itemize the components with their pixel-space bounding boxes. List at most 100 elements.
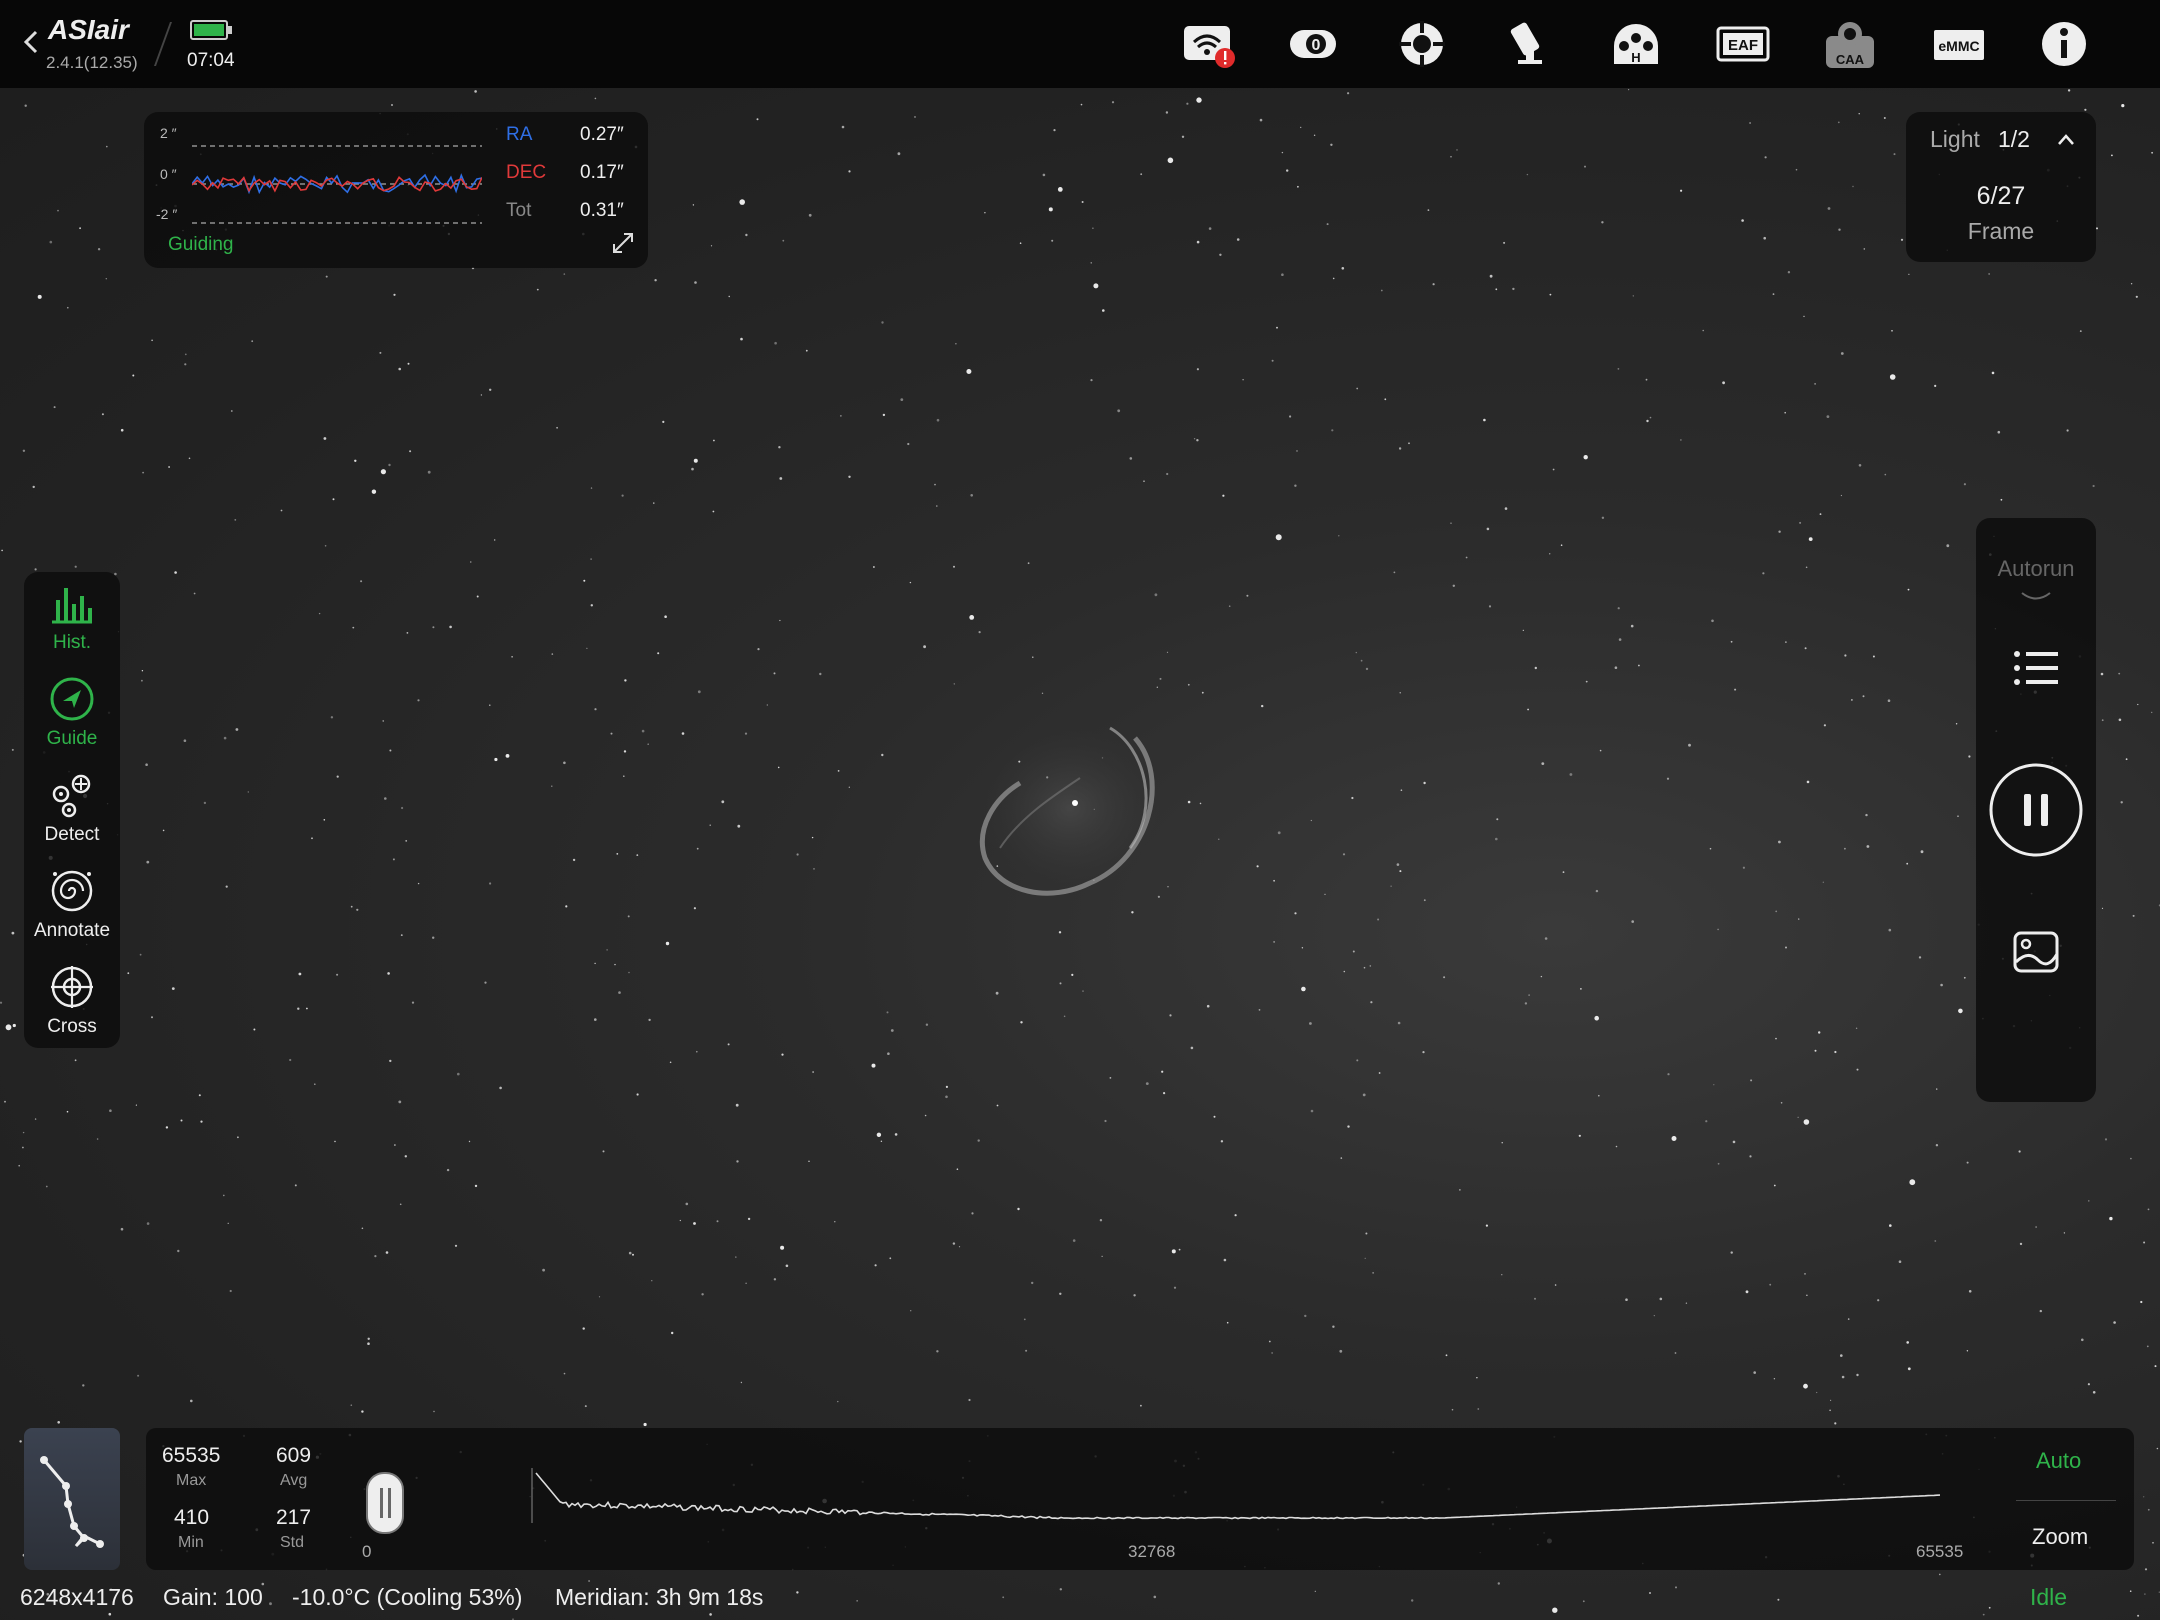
- star: [1872, 655, 1875, 658]
- star: [2109, 1216, 2113, 1221]
- star: [1946, 544, 1950, 548]
- star: [696, 1050, 698, 1053]
- star: [332, 498, 335, 501]
- tool-detect[interactable]: Detect: [24, 772, 120, 846]
- star: [1541, 762, 1545, 765]
- star: [1352, 950, 1355, 953]
- star: [235, 728, 239, 731]
- star: [1900, 238, 1904, 241]
- star: [2143, 1496, 2145, 1498]
- star: [811, 836, 814, 839]
- wifi-alert-icon[interactable]: [1180, 16, 1236, 72]
- star: [330, 716, 334, 719]
- star: [740, 1381, 743, 1384]
- star: [777, 766, 780, 769]
- star: [966, 369, 972, 374]
- star: [367, 1337, 370, 1341]
- back-button[interactable]: [20, 26, 44, 58]
- star: [1483, 418, 1486, 422]
- pause-button[interactable]: [1988, 762, 2084, 858]
- star: [297, 1007, 300, 1010]
- star: [2100, 672, 2104, 676]
- star: [82, 1384, 85, 1387]
- star: [856, 1600, 858, 1602]
- light-frame-panel[interactable]: Light 1/2 6/27 Frame: [1906, 112, 2096, 262]
- star: [773, 1278, 777, 1281]
- chevron-up-icon[interactable]: [2056, 130, 2076, 150]
- telescope-mount-icon[interactable]: [1502, 16, 1558, 72]
- black-point-slider[interactable]: [366, 1472, 404, 1534]
- star: [621, 494, 624, 497]
- emmc-icon[interactable]: eMMC: [1930, 16, 1986, 72]
- star: [1968, 755, 1971, 758]
- star: [34, 1118, 37, 1120]
- star: [1595, 889, 1599, 893]
- star: [294, 1184, 297, 1187]
- star: [1273, 941, 1275, 943]
- star: [2135, 295, 2138, 298]
- tool-annotate-label: Annotate: [33, 920, 111, 941]
- star: [900, 398, 904, 401]
- tool-guide[interactable]: Guide: [24, 676, 120, 750]
- star: [1365, 667, 1369, 671]
- chevron-down-icon[interactable]: [2020, 590, 2052, 604]
- star: [1827, 207, 1831, 210]
- star: [1858, 113, 1860, 115]
- star: [1806, 780, 1810, 784]
- star: [1625, 1298, 1628, 1301]
- guide-graph-panel[interactable]: 2 ″ 0 ″ -2 ″ RA 0.27″ DEC 0.17″ Tot 0.31…: [144, 112, 648, 268]
- star: [2147, 1208, 2150, 1211]
- star: [636, 854, 639, 856]
- zoom-button[interactable]: Zoom: [2032, 1524, 2088, 1550]
- star: [1129, 457, 1133, 460]
- expand-icon[interactable]: [610, 230, 636, 256]
- star: [602, 1150, 605, 1153]
- caa-icon[interactable]: CAA: [1822, 16, 1878, 72]
- star: [1865, 813, 1868, 817]
- star: [1081, 201, 1084, 203]
- star: [53, 406, 56, 409]
- tool-cross[interactable]: Cross: [24, 964, 120, 1038]
- star: [1489, 274, 1493, 278]
- star: [2084, 108, 2087, 111]
- sky-map-thumbnail[interactable]: [24, 1428, 120, 1570]
- star: [1355, 651, 1358, 654]
- star: [0, 1001, 3, 1004]
- star: [311, 837, 313, 840]
- star: [1199, 802, 1202, 805]
- star: [669, 1061, 672, 1064]
- eaf-icon[interactable]: EAF: [1714, 16, 1770, 72]
- star: [1562, 871, 1565, 873]
- tool-annotate[interactable]: Annotate: [24, 868, 120, 942]
- list-icon[interactable]: [2012, 648, 2060, 688]
- star: [1816, 1391, 1818, 1394]
- auto-button[interactable]: Auto: [2036, 1448, 2081, 1474]
- star: [1339, 1349, 1343, 1353]
- autorun-label[interactable]: Autorun: [1976, 556, 2096, 582]
- filter-wheel-icon[interactable]: H: [1608, 16, 1664, 72]
- star: [1341, 267, 1345, 270]
- star: [2118, 718, 2122, 722]
- star: [1552, 1607, 1558, 1613]
- focus-crosshair-icon[interactable]: [1394, 16, 1450, 72]
- star: [1888, 928, 1892, 932]
- camera-icon[interactable]: 0: [1286, 16, 1342, 72]
- tool-guide-label: Guide: [46, 728, 98, 749]
- star: [1477, 1408, 1480, 1410]
- star: [1301, 986, 1306, 992]
- star: [392, 858, 395, 861]
- star: [1645, 378, 1648, 381]
- star: [796, 853, 799, 856]
- clock: 07:04: [187, 50, 235, 71]
- star: [1583, 455, 1588, 460]
- sky-image[interactable]: [0, 88, 2160, 1620]
- status-gain: Gain: 100: [163, 1584, 263, 1610]
- gallery-icon[interactable]: [2012, 930, 2060, 974]
- star: [745, 233, 748, 237]
- star: [1268, 1340, 1271, 1343]
- tool-hist[interactable]: Hist.: [24, 582, 120, 654]
- star: [1722, 381, 1725, 385]
- star: [834, 1221, 836, 1223]
- info-icon[interactable]: [2036, 16, 2092, 72]
- star: [139, 953, 142, 956]
